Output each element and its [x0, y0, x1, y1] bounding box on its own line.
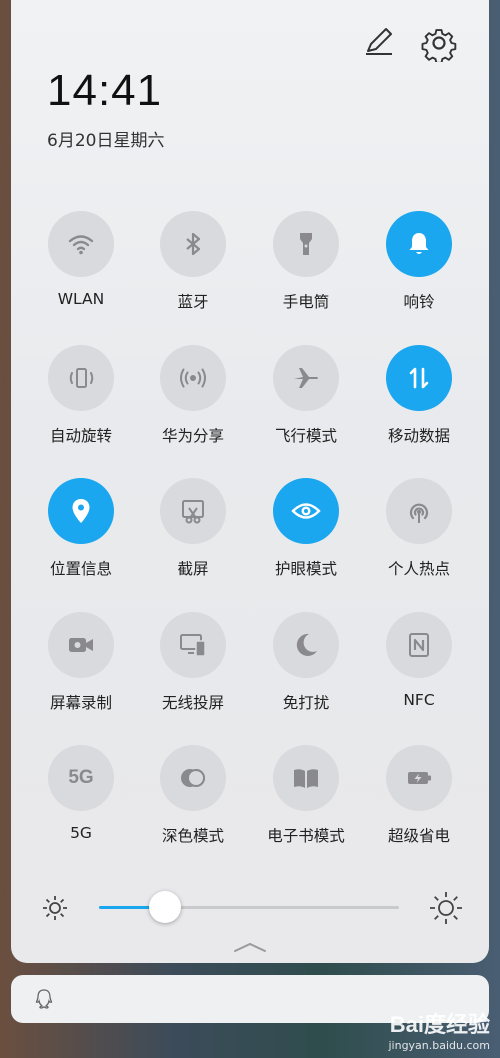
pencil-icon[interactable] — [362, 24, 396, 58]
tile-label: 深色模式 — [161, 827, 224, 845]
tile-eye[interactable]: 护眼模式 — [251, 478, 361, 588]
tile-hotspot[interactable]: 个人热点 — [364, 478, 474, 588]
tile-label: 护眼模式 — [274, 560, 337, 578]
qq-icon — [35, 989, 53, 1009]
tile-label: WLAN — [57, 290, 105, 308]
tile-nfc[interactable]: NFC — [364, 612, 474, 722]
tile-5g[interactable]: 5G 5G — [26, 745, 136, 855]
tile-label: 响铃 — [403, 293, 435, 311]
eye-icon — [291, 496, 321, 526]
watermark-logo: Bai度经验 — [389, 1012, 490, 1037]
clock-time: 14:41 — [47, 66, 163, 115]
clock-date: 6月20日星期六 — [47, 131, 165, 151]
ebook-toggle-button[interactable] — [273, 745, 339, 811]
flashlight-icon — [291, 229, 321, 259]
tile-huawei-share[interactable]: 华为分享 — [138, 345, 248, 455]
hotspot-toggle-button[interactable] — [386, 478, 452, 544]
auto-rotate-toggle-button[interactable] — [48, 345, 114, 411]
screenshot-toggle-button[interactable] — [160, 478, 226, 544]
moon-toggle-button[interactable] — [273, 612, 339, 678]
tile-label: 无线投屏 — [161, 694, 224, 712]
auto-rotate-icon — [66, 363, 96, 393]
huawei-share-icon — [178, 363, 208, 393]
5g-icon: 5G — [68, 767, 94, 788]
tile-mobile-data[interactable]: 移动数据 — [364, 345, 474, 455]
tile-screen-record[interactable]: 屏幕录制 — [26, 612, 136, 722]
gear-icon[interactable] — [420, 24, 458, 62]
tile-auto-rotate[interactable]: 自动旋转 — [26, 345, 136, 455]
bluetooth-icon — [178, 229, 208, 259]
tile-bluetooth[interactable]: 蓝牙 — [138, 211, 248, 321]
wireless-projection-icon — [178, 630, 208, 660]
nfc-toggle-button[interactable] — [386, 612, 452, 678]
bell-icon — [404, 229, 434, 259]
tile-airplane[interactable]: 飞行模式 — [251, 345, 361, 455]
tile-location[interactable]: 位置信息 — [26, 478, 136, 588]
watermark-url: jingyan.baidu.com — [388, 1039, 490, 1052]
tile-label: NFC — [403, 691, 435, 709]
dark-mode-toggle-button[interactable] — [160, 745, 226, 811]
mobile-data-icon — [404, 363, 434, 393]
quick-settings-panel: 14:41 6月20日星期六 WLAN 蓝牙 手电筒 响铃自动旋转 华为分享 飞行模式 移动… — [11, 0, 489, 963]
tile-label: 蓝牙 — [177, 293, 209, 311]
mobile-data-toggle-button[interactable] — [386, 345, 452, 411]
flashlight-toggle-button[interactable] — [273, 211, 339, 277]
brightness-high-icon — [430, 892, 462, 924]
tile-label: 屏幕录制 — [49, 694, 112, 712]
tile-ebook[interactable]: 电子书模式 — [251, 745, 361, 855]
tile-moon[interactable]: 免打扰 — [251, 612, 361, 722]
brightness-low-icon — [43, 896, 67, 920]
tile-label: 电子书模式 — [267, 827, 345, 845]
watermark: Bai度经验 jingyan.baidu.com — [388, 1007, 490, 1052]
tile-label: 移动数据 — [387, 427, 450, 445]
tile-wifi[interactable]: WLAN — [26, 211, 136, 321]
power-saving-icon — [404, 763, 434, 793]
bell-toggle-button[interactable] — [386, 211, 452, 277]
power-saving-toggle-button[interactable] — [386, 745, 452, 811]
screenshot-icon — [178, 496, 208, 526]
tile-bell[interactable]: 响铃 — [364, 211, 474, 321]
tile-label: 位置信息 — [49, 560, 112, 578]
tile-label: 华为分享 — [161, 427, 224, 445]
wifi-toggle-button[interactable] — [48, 211, 114, 277]
tile-dark-mode[interactable]: 深色模式 — [138, 745, 248, 855]
screen-record-icon — [66, 630, 96, 660]
location-icon — [66, 496, 96, 526]
eye-toggle-button[interactable] — [273, 478, 339, 544]
tile-label: 飞行模式 — [274, 427, 337, 445]
airplane-toggle-button[interactable] — [273, 345, 339, 411]
tile-label: 手电筒 — [282, 293, 330, 311]
tile-label: 个人热点 — [387, 560, 450, 578]
airplane-icon — [291, 363, 321, 393]
brightness-slider-thumb[interactable] — [149, 891, 181, 923]
hotspot-icon — [404, 496, 434, 526]
tile-label: 5G — [70, 824, 92, 842]
screen-record-toggle-button[interactable] — [48, 612, 114, 678]
tile-label: 超级省电 — [387, 827, 450, 845]
5g-toggle-button[interactable]: 5G — [48, 745, 114, 811]
wifi-icon — [66, 229, 96, 259]
ebook-icon — [291, 763, 321, 793]
tile-label: 截屏 — [177, 560, 209, 578]
bluetooth-toggle-button[interactable] — [160, 211, 226, 277]
tile-wireless-projection[interactable]: 无线投屏 — [138, 612, 248, 722]
location-toggle-button[interactable] — [48, 478, 114, 544]
tile-screenshot[interactable]: 截屏 — [138, 478, 248, 588]
wireless-projection-toggle-button[interactable] — [160, 612, 226, 678]
tile-label: 自动旋转 — [49, 427, 112, 445]
tile-label: 免打扰 — [282, 694, 330, 712]
dark-mode-icon — [178, 763, 208, 793]
tile-power-saving[interactable]: 超级省电 — [364, 745, 474, 855]
tile-flashlight[interactable]: 手电筒 — [251, 211, 361, 321]
huawei-share-toggle-button[interactable] — [160, 345, 226, 411]
moon-icon — [291, 630, 321, 660]
nfc-icon — [404, 630, 434, 660]
collapse-handle-icon[interactable] — [233, 940, 267, 954]
